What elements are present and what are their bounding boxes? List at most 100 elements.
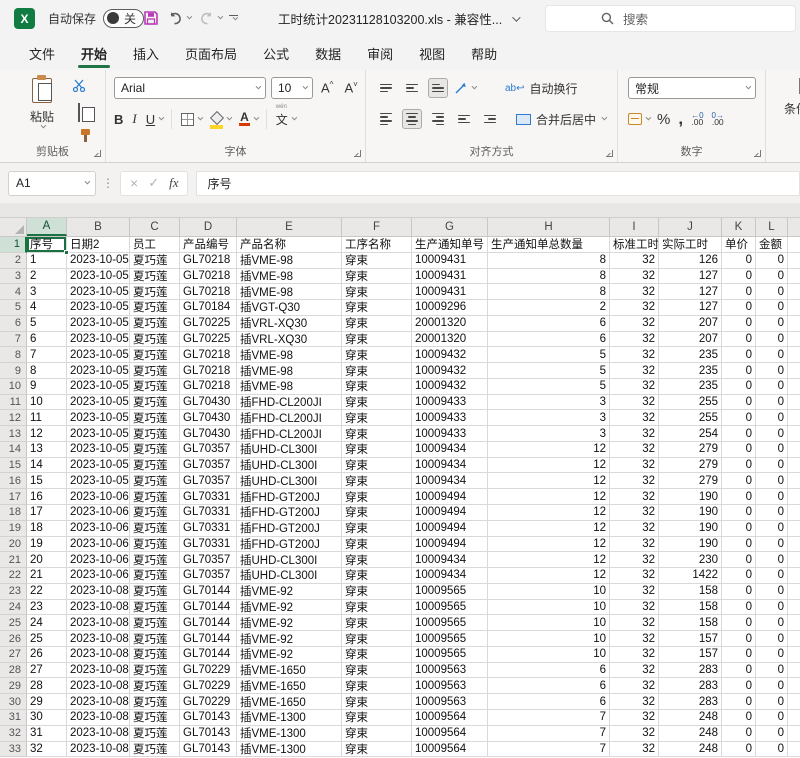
cell-F12[interactable]: 穿束 bbox=[342, 410, 412, 426]
cell-H20[interactable]: 12 bbox=[488, 537, 610, 553]
cell-C5[interactable]: 夏巧莲 bbox=[130, 300, 180, 316]
clipboard-dialog-launcher[interactable] bbox=[94, 150, 101, 157]
cell-B13[interactable]: 2023-10-05 bbox=[67, 426, 130, 442]
cell-G3[interactable]: 10009431 bbox=[412, 269, 488, 285]
cell-L25[interactable]: 0 bbox=[756, 615, 788, 631]
cell-L17[interactable]: 0 bbox=[756, 489, 788, 505]
cell-E27[interactable]: 插VME-92 bbox=[237, 647, 342, 663]
cell-I3[interactable]: 32 bbox=[610, 269, 659, 285]
cell-H12[interactable]: 3 bbox=[488, 410, 610, 426]
cell-G7[interactable]: 20001320 bbox=[412, 332, 488, 348]
cell-K15[interactable]: 0 bbox=[722, 458, 756, 474]
cell-K20[interactable]: 0 bbox=[722, 537, 756, 553]
cell-B17[interactable]: 2023-10-06 bbox=[67, 489, 130, 505]
cell-E13[interactable]: 插FHD-CL200JI bbox=[237, 426, 342, 442]
cell-G22[interactable]: 10009434 bbox=[412, 568, 488, 584]
number-format-select[interactable]: 常规 bbox=[628, 77, 756, 99]
cell-F32[interactable]: 穿束 bbox=[342, 726, 412, 742]
column-header-K[interactable]: K bbox=[722, 218, 756, 236]
cell-I33[interactable]: 32 bbox=[610, 742, 659, 758]
cell-D16[interactable]: GL70357 bbox=[180, 473, 237, 489]
font-color-button[interactable]: A bbox=[239, 112, 257, 126]
cell-K23[interactable]: 0 bbox=[722, 584, 756, 600]
cell-D18[interactable]: GL70331 bbox=[180, 505, 237, 521]
column-header-D[interactable]: D bbox=[180, 218, 237, 236]
cell-I8[interactable]: 32 bbox=[610, 347, 659, 363]
cell-B23[interactable]: 2023-10-08 bbox=[67, 584, 130, 600]
cell-G10[interactable]: 10009432 bbox=[412, 379, 488, 395]
cell-K27[interactable]: 0 bbox=[722, 647, 756, 663]
cell-K21[interactable]: 0 bbox=[722, 552, 756, 568]
cell-C23[interactable]: 夏巧莲 bbox=[130, 584, 180, 600]
cell-C13[interactable]: 夏巧莲 bbox=[130, 426, 180, 442]
cell-G32[interactable]: 10009564 bbox=[412, 726, 488, 742]
cell-L32[interactable]: 0 bbox=[756, 726, 788, 742]
cell-I15[interactable]: 32 bbox=[610, 458, 659, 474]
cell-F1[interactable]: 工序名称 bbox=[342, 237, 412, 253]
cell-A9[interactable]: 8 bbox=[27, 363, 67, 379]
cell-K19[interactable]: 0 bbox=[722, 521, 756, 537]
cell-L31[interactable]: 0 bbox=[756, 710, 788, 726]
conditional-formatting-button[interactable]: 条件格式 bbox=[778, 78, 800, 117]
cell-G9[interactable]: 10009432 bbox=[412, 363, 488, 379]
cell-C19[interactable]: 夏巧莲 bbox=[130, 521, 180, 537]
cell-J7[interactable]: 207 bbox=[659, 332, 722, 348]
accounting-format-button[interactable] bbox=[628, 113, 649, 125]
cell-K3[interactable]: 0 bbox=[722, 269, 756, 285]
cell-E10[interactable]: 插VME-98 bbox=[237, 379, 342, 395]
cell-E33[interactable]: 插VME-1300 bbox=[237, 742, 342, 758]
cell-J22[interactable]: 1422 bbox=[659, 568, 722, 584]
cell-I19[interactable]: 32 bbox=[610, 521, 659, 537]
cell-A14[interactable]: 13 bbox=[27, 442, 67, 458]
underline-button[interactable]: U bbox=[146, 112, 162, 127]
column-header-C[interactable]: C bbox=[130, 218, 180, 236]
cell-K28[interactable]: 0 bbox=[722, 663, 756, 679]
cell-J18[interactable]: 190 bbox=[659, 505, 722, 521]
cell-L26[interactable]: 0 bbox=[756, 631, 788, 647]
cell-F14[interactable]: 穿束 bbox=[342, 442, 412, 458]
cell-C2[interactable]: 夏巧莲 bbox=[130, 253, 180, 269]
cell-D25[interactable]: GL70144 bbox=[180, 615, 237, 631]
cell-F29[interactable]: 穿束 bbox=[342, 678, 412, 694]
row-header-32[interactable]: 32 bbox=[0, 726, 27, 742]
cell-J25[interactable]: 158 bbox=[659, 615, 722, 631]
cell-F27[interactable]: 穿束 bbox=[342, 647, 412, 663]
row-header-26[interactable]: 26 bbox=[0, 631, 27, 647]
cell-K18[interactable]: 0 bbox=[722, 505, 756, 521]
cell-C12[interactable]: 夏巧莲 bbox=[130, 410, 180, 426]
cell-A6[interactable]: 5 bbox=[27, 316, 67, 332]
cell-L23[interactable]: 0 bbox=[756, 584, 788, 600]
decrease-decimal-button[interactable]: 0→.00 bbox=[712, 112, 724, 126]
fill-handle[interactable] bbox=[64, 250, 69, 255]
cell-J21[interactable]: 230 bbox=[659, 552, 722, 568]
cell-D8[interactable]: GL70218 bbox=[180, 347, 237, 363]
cell-B8[interactable]: 2023-10-05 bbox=[67, 347, 130, 363]
cell-K22[interactable]: 0 bbox=[722, 568, 756, 584]
cell-F26[interactable]: 穿束 bbox=[342, 631, 412, 647]
cell-E30[interactable]: 插VME-1650 bbox=[237, 694, 342, 710]
cell-J28[interactable]: 283 bbox=[659, 663, 722, 679]
insert-function-button[interactable]: fx bbox=[169, 175, 178, 191]
cell-F2[interactable]: 穿束 bbox=[342, 253, 412, 269]
cell-H5[interactable]: 2 bbox=[488, 300, 610, 316]
cell-J1[interactable]: 实际工时 bbox=[659, 237, 722, 253]
cell-K13[interactable]: 0 bbox=[722, 426, 756, 442]
cell-L21[interactable]: 0 bbox=[756, 552, 788, 568]
row-header-28[interactable]: 28 bbox=[0, 663, 27, 679]
cell-G12[interactable]: 10009433 bbox=[412, 410, 488, 426]
cell-J15[interactable]: 279 bbox=[659, 458, 722, 474]
cell-D30[interactable]: GL70229 bbox=[180, 694, 237, 710]
cell-H11[interactable]: 3 bbox=[488, 395, 610, 411]
cell-K12[interactable]: 0 bbox=[722, 410, 756, 426]
cell-H32[interactable]: 7 bbox=[488, 726, 610, 742]
cell-C21[interactable]: 夏巧莲 bbox=[130, 552, 180, 568]
cell-C22[interactable]: 夏巧莲 bbox=[130, 568, 180, 584]
cell-G33[interactable]: 10009564 bbox=[412, 742, 488, 758]
cell-F30[interactable]: 穿束 bbox=[342, 694, 412, 710]
cell-A31[interactable]: 30 bbox=[27, 710, 67, 726]
cell-K10[interactable]: 0 bbox=[722, 379, 756, 395]
cell-G2[interactable]: 10009431 bbox=[412, 253, 488, 269]
cell-L16[interactable]: 0 bbox=[756, 473, 788, 489]
name-box-splitter[interactable]: ⋮ bbox=[102, 176, 114, 190]
cell-K11[interactable]: 0 bbox=[722, 395, 756, 411]
